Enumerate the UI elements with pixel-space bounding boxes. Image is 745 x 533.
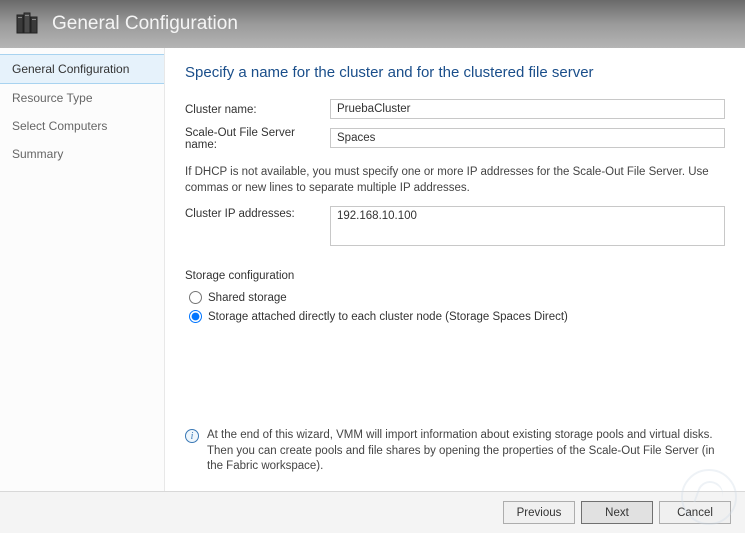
page-heading: Specify a name for the cluster and for t… xyxy=(185,64,725,81)
cluster-ip-row: Cluster IP addresses: xyxy=(185,206,725,246)
server-cluster-icon xyxy=(14,10,42,38)
storage-option-direct[interactable]: Storage attached directly to each cluste… xyxy=(189,310,725,323)
cluster-name-input[interactable] xyxy=(330,99,725,119)
header-bar: General Configuration xyxy=(0,0,745,48)
sofs-name-input[interactable] xyxy=(330,128,725,148)
previous-button[interactable]: Previous xyxy=(503,501,575,524)
header-title: General Configuration xyxy=(52,13,238,35)
storage-option-shared[interactable]: Shared storage xyxy=(189,291,725,304)
sidebar-item-resource-type[interactable]: Resource Type xyxy=(0,84,164,112)
info-text: At the end of this wizard, VMM will impo… xyxy=(207,428,725,475)
info-icon: i xyxy=(185,429,199,443)
footer-bar: Previous Next Cancel xyxy=(0,491,745,533)
storage-option-shared-label: Shared storage xyxy=(208,292,287,304)
storage-radio-direct[interactable] xyxy=(189,310,202,323)
sidebar-item-select-computers[interactable]: Select Computers xyxy=(0,112,164,140)
sidebar-item-summary[interactable]: Summary xyxy=(0,140,164,168)
storage-option-direct-label: Storage attached directly to each cluste… xyxy=(208,311,568,323)
storage-config-label: Storage configuration xyxy=(185,270,725,282)
sofs-name-row: Scale-Out File Server name: xyxy=(185,125,725,151)
cluster-name-label: Cluster name: xyxy=(185,102,330,116)
main-panel: Specify a name for the cluster and for t… xyxy=(165,48,745,491)
dhcp-hint-text: If DHCP is not available, you must speci… xyxy=(185,165,725,196)
body-container: General Configuration Resource Type Sele… xyxy=(0,48,745,491)
sidebar-item-general-configuration[interactable]: General Configuration xyxy=(0,54,164,84)
wizard-steps-sidebar: General Configuration Resource Type Sele… xyxy=(0,48,165,491)
cluster-name-row: Cluster name: xyxy=(185,99,725,119)
cancel-button[interactable]: Cancel xyxy=(659,501,731,524)
sofs-name-label: Scale-Out File Server name: xyxy=(185,125,330,151)
cluster-ip-input[interactable] xyxy=(330,206,725,246)
next-button[interactable]: Next xyxy=(581,501,653,524)
info-note: i At the end of this wizard, VMM will im… xyxy=(185,428,725,481)
storage-radio-shared[interactable] xyxy=(189,291,202,304)
cluster-ip-label: Cluster IP addresses: xyxy=(185,206,330,220)
